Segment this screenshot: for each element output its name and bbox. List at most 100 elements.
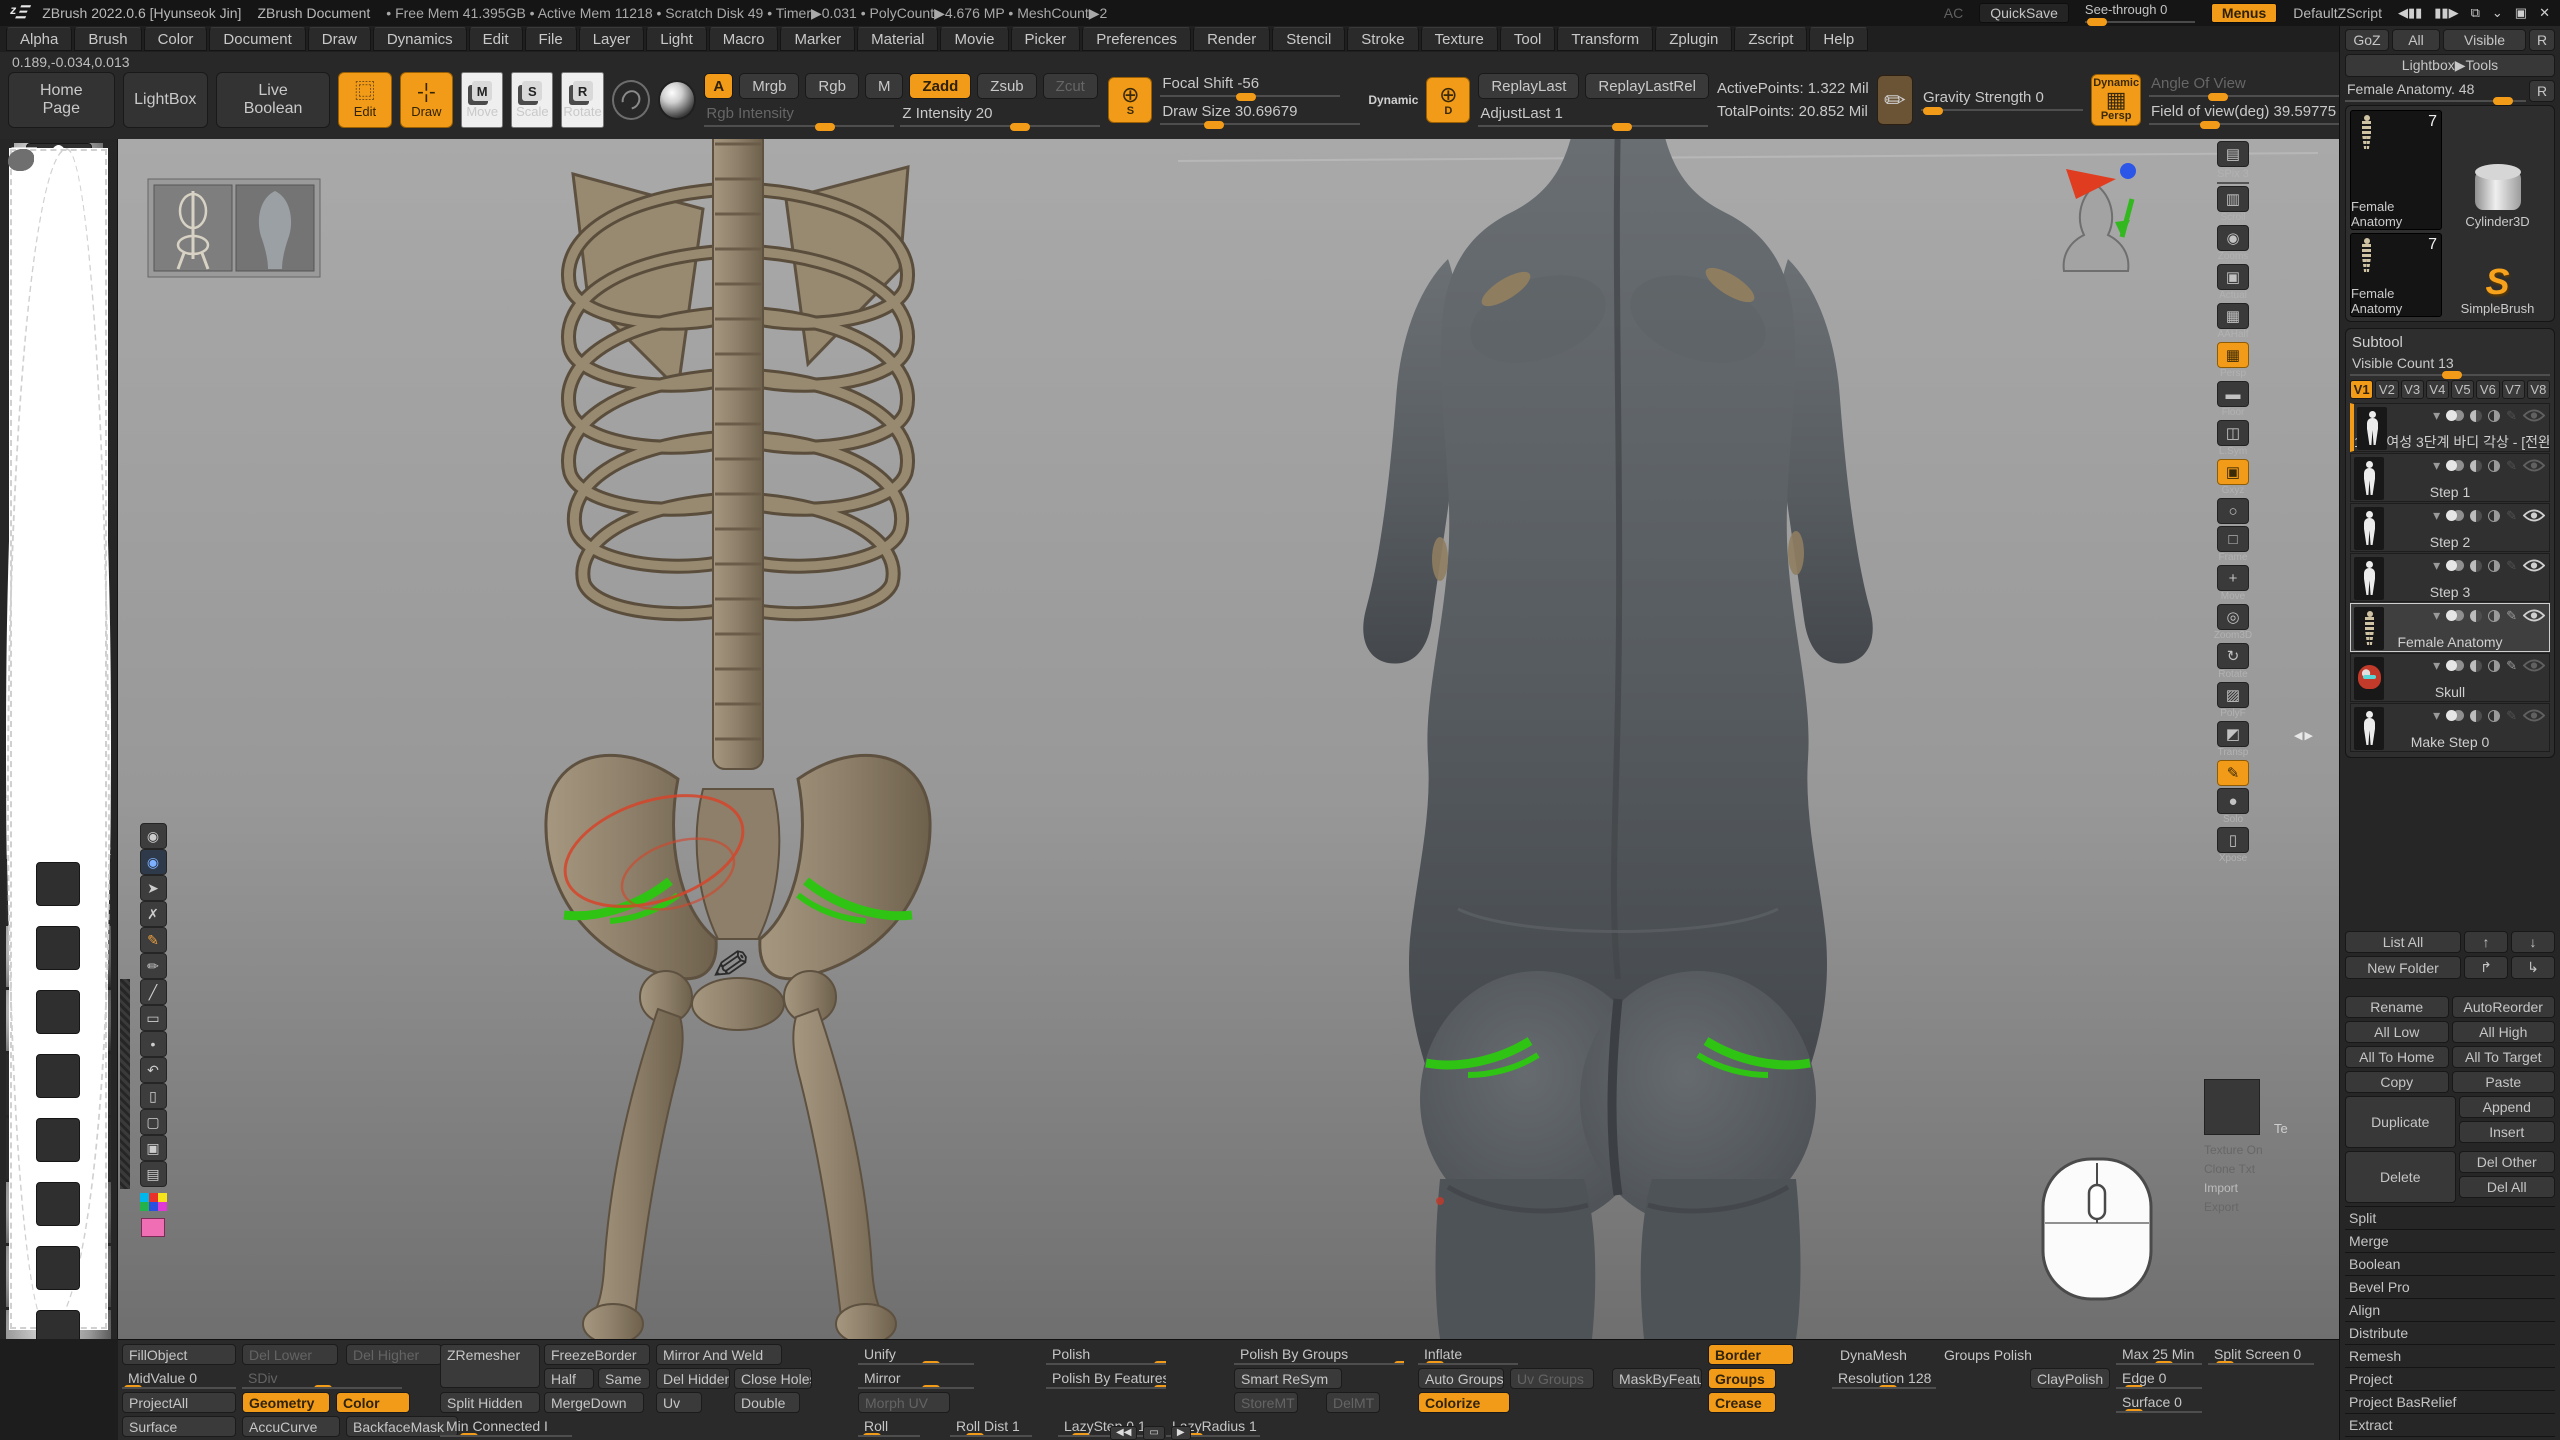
tray-button[interactable]: Double — [734, 1392, 800, 1413]
shading-icon[interactable] — [2470, 510, 2482, 522]
tray-button[interactable]: ClayPolish — [2030, 1368, 2110, 1389]
subtool-section-row[interactable]: Project BasRelief — [2345, 1391, 2555, 1414]
tray-button[interactable]: Min Connected I — [440, 1416, 572, 1437]
move-up-icon[interactable]: ↑ — [2464, 931, 2508, 953]
tray-button[interactable]: DelMT — [1326, 1392, 1380, 1413]
subtool-section-row[interactable]: Boolean — [2345, 1253, 2555, 1276]
polypaint-icon[interactable] — [2446, 560, 2464, 571]
subtool-section-row[interactable]: Remesh — [2345, 1345, 2555, 1368]
mini-color-palette[interactable] — [140, 1193, 167, 1211]
shading-icon[interactable] — [2470, 460, 2482, 472]
menu-item[interactable]: Brush — [74, 27, 141, 51]
tray-button[interactable]: Uv Groups — [1510, 1368, 1594, 1389]
difference-icon[interactable] — [2488, 510, 2500, 522]
visible-count-slider[interactable]: Visible Count 13 — [2350, 354, 2550, 376]
document-canvas[interactable]: ✎ — [118, 139, 2339, 1339]
del-all-button[interactable]: Del All — [2459, 1176, 2556, 1198]
sculpt-brush-icon[interactable]: ✎ — [2506, 408, 2517, 424]
subtool-view-tab[interactable]: V5 — [2451, 380, 2474, 399]
difference-icon[interactable] — [2488, 610, 2500, 622]
difference-icon[interactable] — [2488, 460, 2500, 472]
m-button[interactable]: M — [865, 73, 904, 99]
quick-tool-icon[interactable]: ◉ — [140, 823, 167, 849]
tray-button[interactable]: Mirror And Weld — [656, 1344, 782, 1365]
menu-item[interactable]: Draw — [308, 27, 371, 51]
gravity-strength-slider[interactable]: Gravity Strength 0 — [1921, 89, 2083, 111]
visibility-eye-icon[interactable] — [2523, 709, 2545, 722]
tray-button[interactable]: Border — [1708, 1344, 1794, 1365]
polypaint-icon[interactable] — [2446, 660, 2464, 671]
list-order-icon[interactable]: ▾ — [2433, 607, 2440, 624]
tray-button[interactable]: Close Holes — [734, 1368, 812, 1389]
lightbox-button[interactable]: LightBox — [123, 72, 208, 128]
menu-item[interactable]: Edit — [469, 27, 523, 51]
difference-icon[interactable] — [2488, 710, 2500, 722]
rotate-button[interactable]: R Rotate — [561, 72, 603, 128]
tray-button[interactable]: Unify — [858, 1344, 974, 1365]
new-folder-button[interactable]: New Folder — [2345, 956, 2461, 979]
see-through-slider[interactable]: See-through 0 — [2085, 4, 2195, 23]
shelf-toggle[interactable]: ▤ — [2205, 141, 2261, 167]
shelf-toggle[interactable]: ▣ Actual — [2205, 264, 2261, 301]
tray-button[interactable]: Resolution 128 — [1832, 1368, 1936, 1389]
tray-button[interactable]: MaskByFeature — [1612, 1368, 1702, 1389]
pair-right-button[interactable]: Paste — [2452, 1071, 2556, 1093]
sculpt-brush-icon[interactable]: ✎ — [2506, 658, 2517, 674]
delete-button[interactable]: Delete — [2345, 1151, 2456, 1203]
menu-item[interactable]: File — [525, 27, 577, 51]
sculpt-brush-icon[interactable]: ✎ — [2506, 708, 2517, 724]
quick-tool-icon[interactable]: ▣ — [140, 1135, 167, 1161]
polypaint-icon[interactable] — [2446, 610, 2464, 621]
shelf-toggle[interactable]: ▬ Floor — [2205, 381, 2261, 418]
adjust-last-slider[interactable]: AdjustLast 1 — [1478, 105, 1708, 127]
quick-tool-icon[interactable]: ▢ — [140, 1109, 167, 1135]
shading-icon[interactable] — [2470, 410, 2482, 422]
menu-item[interactable]: Zscript — [1734, 27, 1807, 51]
subtool-view-tab[interactable]: V8 — [2527, 380, 2550, 399]
edit-button[interactable]: ⿴ Edit — [338, 72, 391, 128]
rgb-intensity-slider[interactable]: Rgb Intensity — [704, 105, 894, 127]
pink-swatch[interactable] — [141, 1218, 165, 1237]
append-button[interactable]: Append — [2459, 1096, 2556, 1118]
shading-icon[interactable] — [2470, 710, 2482, 722]
sculpt-brush-icon[interactable]: ✎ — [2506, 458, 2517, 474]
shelf-toggle[interactable]: ◩ Transp — [2205, 721, 2261, 758]
tray-button[interactable]: ZRemesher — [440, 1344, 540, 1388]
tool-r-button[interactable]: R — [2529, 80, 2555, 102]
menu-item[interactable]: Texture — [1421, 27, 1498, 51]
tray-button[interactable]: Surface — [122, 1416, 236, 1437]
move-down-icon[interactable]: ↓ — [2511, 931, 2555, 953]
tray-button[interactable]: MidValue 0 — [122, 1368, 236, 1389]
tray-button[interactable]: DynaMesh — [1834, 1344, 1930, 1365]
quick-tool-icon[interactable]: ▭ — [140, 1005, 167, 1031]
tray-button[interactable]: Del Lower — [242, 1344, 338, 1365]
sculpt-brush-icon[interactable]: ✎ — [2506, 558, 2517, 574]
quick-tool-icon[interactable]: • — [140, 1031, 167, 1057]
menu-item[interactable]: Help — [1809, 27, 1868, 51]
subtool-header[interactable]: Subtool — [2352, 334, 2548, 351]
shading-icon[interactable] — [2470, 610, 2482, 622]
tray-button[interactable]: Inflate — [1418, 1344, 1518, 1365]
menu-item[interactable]: Dynamics — [373, 27, 467, 51]
texture-action[interactable]: Clone Txt — [2204, 1160, 2270, 1179]
tray-button[interactable]: Del Hidden — [656, 1368, 730, 1389]
tray-divider-handle[interactable]: ◀▶ — [2294, 729, 2315, 742]
shelf-toggle[interactable]: □ Frame — [2205, 526, 2261, 563]
subtool-view-tab[interactable]: V7 — [2502, 380, 2525, 399]
difference-icon[interactable] — [2488, 560, 2500, 572]
difference-icon[interactable] — [2488, 660, 2500, 672]
quick-tool-icon[interactable]: ◉ — [140, 849, 167, 875]
list-order-icon[interactable]: ▾ — [2433, 557, 2440, 574]
tray-button[interactable]: Smart ReSym — [1234, 1368, 1342, 1389]
sculpt-brush-icon[interactable]: ✎ — [2506, 608, 2517, 624]
shelf-toggle[interactable]: ▥ Scroll — [2205, 186, 2261, 223]
polypaint-icon[interactable] — [2446, 460, 2464, 471]
stroke-preview-icon[interactable] — [612, 80, 650, 120]
tray-button[interactable]: Morph UV — [858, 1392, 950, 1413]
tray-button[interactable]: Del Higher — [346, 1344, 442, 1365]
perspective-toggle[interactable]: Dynamic ▦ Persp — [2091, 74, 2141, 126]
subtool-section-row[interactable]: Extract — [2345, 1414, 2555, 1437]
subtool-view-tab[interactable]: V4 — [2426, 380, 2449, 399]
tray-button[interactable]: Crease — [1708, 1392, 1776, 1413]
quick-tool-icon[interactable]: ↶ — [140, 1057, 167, 1083]
